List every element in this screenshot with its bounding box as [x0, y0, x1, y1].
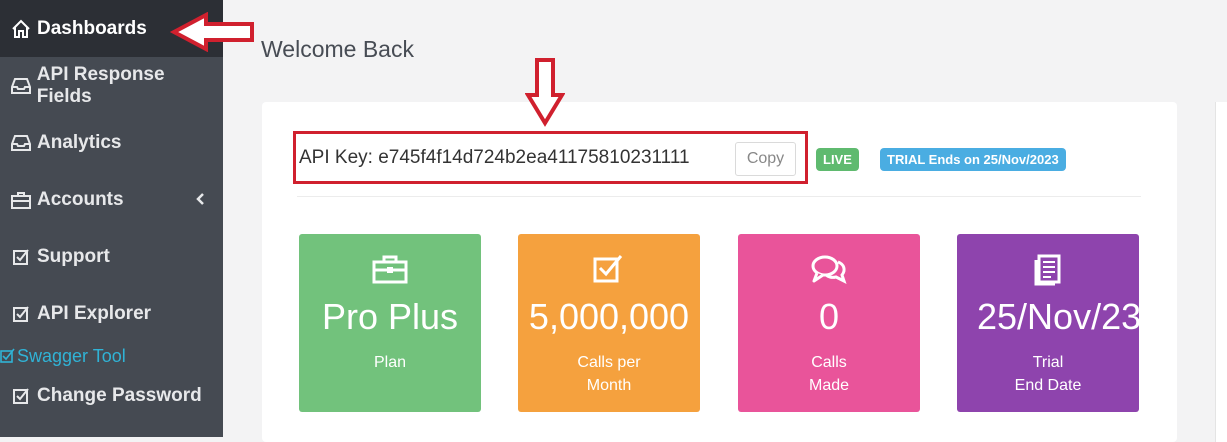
check-square-icon: [10, 303, 32, 325]
inbox-icon: [10, 132, 32, 154]
sidebar: Dashboards API Response Fields Analytics…: [0, 0, 223, 437]
card-value: Pro Plus: [321, 296, 459, 337]
briefcase-icon: [299, 254, 481, 288]
sidebar-item-label: Dashboards: [37, 17, 147, 39]
side-panel-edge: [1215, 102, 1227, 442]
sidebar-item-analytics[interactable]: Analytics: [0, 114, 223, 171]
check-square-icon: [10, 385, 32, 407]
card-label: Plan: [373, 354, 407, 371]
sidebar-item-label: API Response Fields: [36, 63, 165, 107]
document-icon: [957, 254, 1139, 288]
annotation-arrow-left-icon: [170, 12, 254, 52]
sidebar-item-api-explorer[interactable]: API Explorer: [0, 285, 223, 342]
card-value: 25/Nov/23: [977, 296, 1139, 337]
card-label: Trial End Date: [1014, 354, 1082, 394]
sidebar-item-label: Analytics: [37, 131, 122, 153]
live-badge: LIVE: [816, 148, 859, 171]
inbox-icon: [10, 75, 32, 97]
card-value: 5,000,000: [528, 296, 690, 337]
chevron-left-icon[interactable]: [195, 190, 205, 212]
sidebar-item-accounts[interactable]: Accounts: [0, 171, 223, 228]
card-label: Calls per Month: [577, 354, 641, 394]
sidebar-item-label: Change Password: [37, 384, 202, 406]
trial-end-date-card: 25/Nov/23 Trial End Date: [957, 234, 1139, 412]
calls-made-card: 0 Calls Made: [738, 234, 920, 412]
check-square-icon: [0, 348, 16, 364]
card-label: Calls Made: [808, 354, 850, 394]
home-icon: [10, 18, 32, 40]
api-key-value: API Key: e745f4f14d724b2ea41175810231111: [299, 147, 690, 168]
annotation-arrow-down-icon: [525, 58, 565, 127]
card-value: 0: [818, 296, 840, 337]
divider: [297, 196, 1141, 197]
sidebar-item-support[interactable]: Support: [0, 228, 223, 285]
sidebar-sub-label: Swagger Tool: [17, 345, 126, 366]
plan-card: Pro Plus Plan: [299, 234, 481, 412]
briefcase-icon: [10, 189, 32, 211]
sidebar-item-api-response-fields[interactable]: API Response Fields: [0, 57, 223, 114]
page-title: Welcome Back: [261, 36, 414, 62]
sidebar-item-label: API Explorer: [37, 302, 152, 324]
check-square-icon: [518, 254, 700, 288]
chat-icon: [738, 254, 920, 288]
calls-per-month-card: 5,000,000 Calls per Month: [518, 234, 700, 412]
sidebar-item-swagger-tool[interactable]: Swagger Tool: [0, 343, 126, 369]
sidebar-item-label: Accounts: [37, 188, 124, 210]
copy-button[interactable]: Copy: [735, 142, 796, 176]
sidebar-item-label: Support: [37, 245, 110, 267]
check-square-icon: [10, 246, 32, 268]
sidebar-item-change-password[interactable]: Change Password: [0, 367, 223, 424]
trial-badge: TRIAL Ends on 25/Nov/2023: [880, 148, 1066, 171]
